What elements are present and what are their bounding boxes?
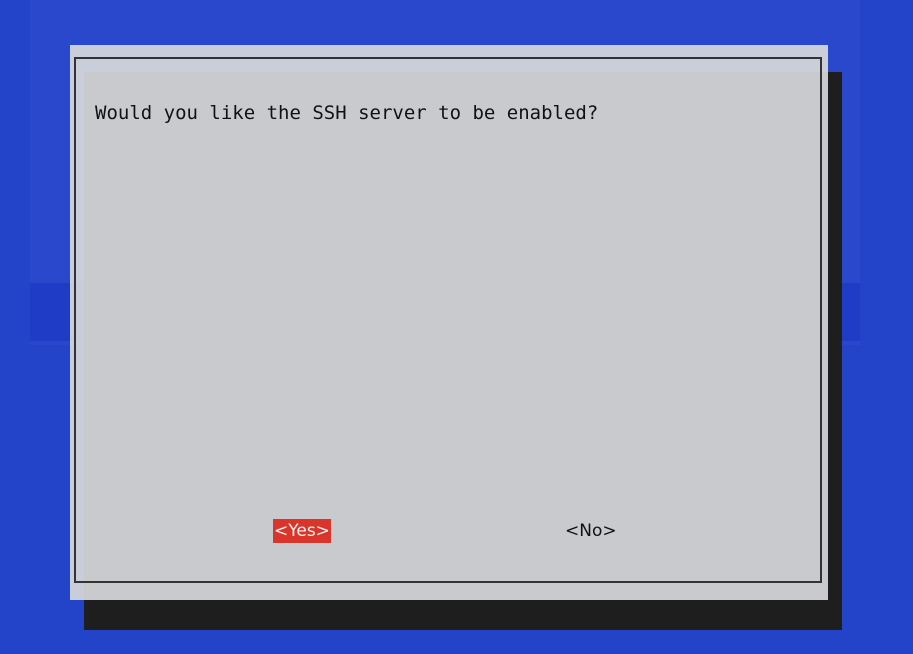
no-button[interactable]: <No> — [564, 519, 618, 543]
ssh-enable-dialog: Would you like the SSH server to be enab… — [70, 45, 828, 600]
dialog-frame — [74, 57, 822, 583]
dialog-message: Would you like the SSH server to be enab… — [95, 102, 599, 124]
yes-button[interactable]: <Yes> — [273, 519, 331, 543]
